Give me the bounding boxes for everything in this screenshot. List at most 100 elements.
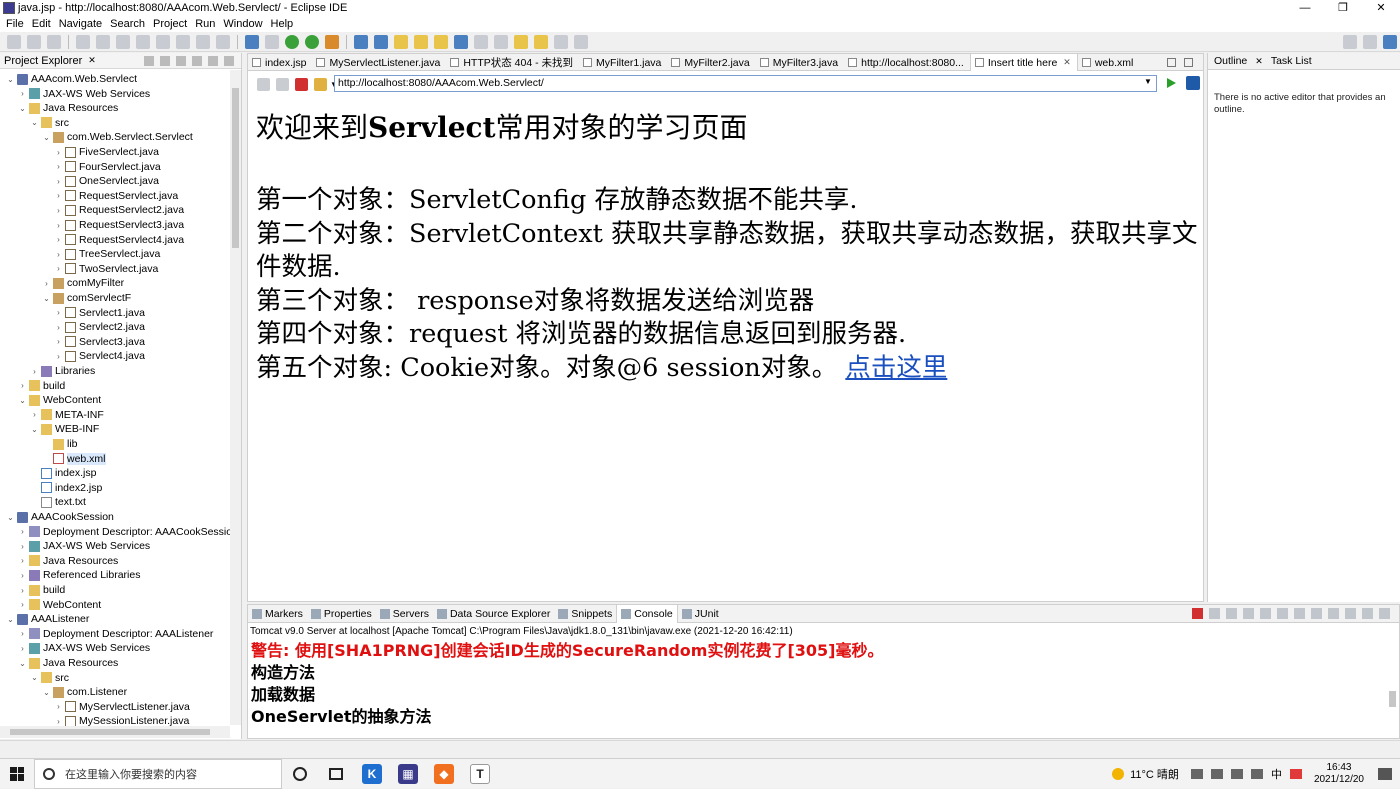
perspective-java-ee-icon[interactable] xyxy=(1363,34,1377,49)
console-vertical-scrollbar[interactable] xyxy=(1388,643,1397,731)
view-menu-icon[interactable] xyxy=(192,55,202,66)
chevron-right-icon[interactable]: › xyxy=(54,235,63,244)
forward-nav-icon[interactable] xyxy=(534,34,548,49)
editor-tab[interactable]: MyFilter3.java xyxy=(756,54,844,71)
editor-tab[interactable]: MyFilter1.java xyxy=(579,54,667,71)
task-view-icon[interactable] xyxy=(322,760,350,788)
tree-item[interactable]: ⌄ AAAListener xyxy=(6,612,89,626)
tree-item[interactable]: index.jsp xyxy=(30,466,96,480)
chevron-right-icon[interactable]: › xyxy=(54,191,63,200)
tab-task-list[interactable]: Task List xyxy=(1265,55,1318,67)
chevron-right-icon[interactable]: › xyxy=(54,162,63,171)
remove-all-icon[interactable] xyxy=(1226,608,1237,619)
tree-item[interactable]: ⌄ WEB-INF xyxy=(30,422,99,436)
resume-icon[interactable] xyxy=(96,34,110,49)
tree-item[interactable]: › comMyFilter xyxy=(42,276,124,290)
tab-outline[interactable]: Outline xyxy=(1208,55,1253,67)
menu-item-run[interactable]: Run xyxy=(191,16,219,32)
step-return-icon[interactable] xyxy=(216,34,230,49)
tree-item[interactable]: › META-INF xyxy=(30,408,104,422)
forward-icon[interactable] xyxy=(276,77,289,91)
editor-tab[interactable]: MyFilter2.java xyxy=(667,54,755,71)
chevron-right-icon[interactable]: › xyxy=(18,89,27,98)
tree-item[interactable]: › Servlect2.java xyxy=(54,320,145,334)
new-java-class-icon[interactable] xyxy=(374,34,388,49)
taskbar-clock[interactable]: 16:43 2021/12/20 xyxy=(1314,762,1364,786)
tree-item[interactable]: › MyServlectListener.java xyxy=(54,700,190,714)
tab-junit[interactable]: JUnit xyxy=(678,608,723,620)
antivirus-icon[interactable] xyxy=(1289,769,1302,779)
minimize-button[interactable]: — xyxy=(1286,0,1324,16)
chevron-right-icon[interactable]: › xyxy=(18,629,27,638)
tree-item[interactable]: ⌄ WebContent xyxy=(18,393,101,407)
tab-markers[interactable]: Markers xyxy=(248,608,307,620)
chevron-down-icon[interactable]: ⌄ xyxy=(30,425,39,434)
back-icon[interactable] xyxy=(257,77,270,91)
filter-icon[interactable] xyxy=(176,55,186,66)
run-icon[interactable] xyxy=(285,34,299,49)
battery-icon[interactable] xyxy=(1210,769,1223,779)
taskbar-app-icon[interactable]: K xyxy=(358,760,386,788)
menu-item-navigate[interactable]: Navigate xyxy=(55,16,106,32)
display-console-icon[interactable] xyxy=(1328,608,1339,619)
stop-icon[interactable] xyxy=(295,77,308,91)
tree-item[interactable]: ⌄ src xyxy=(30,116,69,130)
tree-item[interactable]: ⌄ Java Resources xyxy=(18,656,118,670)
chevron-right-icon[interactable]: › xyxy=(30,367,39,376)
tree-item[interactable]: › WebContent xyxy=(18,598,101,612)
show-on-output-icon[interactable] xyxy=(1294,608,1305,619)
refresh-icon[interactable] xyxy=(314,77,327,91)
tree-item[interactable]: ⌄ src xyxy=(30,671,69,685)
editor-tab[interactable]: MyServlectListener.java xyxy=(312,54,446,71)
chevron-up-icon[interactable] xyxy=(1190,769,1203,779)
save-icon[interactable] xyxy=(27,34,41,49)
start-button[interactable] xyxy=(0,759,34,789)
tree-item[interactable]: lib xyxy=(42,437,78,451)
remove-launch-icon[interactable] xyxy=(1209,608,1220,619)
breakpoints-icon[interactable] xyxy=(245,34,259,49)
tree-item[interactable]: text.txt xyxy=(30,495,86,509)
chevron-right-icon[interactable]: › xyxy=(54,264,63,273)
pin-console-icon[interactable] xyxy=(1311,608,1322,619)
tab-properties[interactable]: Properties xyxy=(307,608,376,620)
chevron-right-icon[interactable]: › xyxy=(54,221,63,230)
editor-tab[interactable]: Insert title here ✕ xyxy=(969,54,1078,71)
tree-item[interactable]: web.xml xyxy=(42,452,106,466)
ime-indicator[interactable]: 中 xyxy=(1271,766,1282,782)
link-editor-icon[interactable] xyxy=(160,55,170,66)
save-all-icon[interactable] xyxy=(47,34,61,49)
scrollbar-thumb[interactable] xyxy=(1389,691,1396,707)
chevron-right-icon[interactable]: › xyxy=(42,279,51,288)
chevron-right-icon[interactable]: › xyxy=(18,542,27,551)
tree-item[interactable]: › RequestServlect3.java xyxy=(54,218,184,232)
chevron-down-icon[interactable]: ⌄ xyxy=(42,294,51,303)
menu-item-file[interactable]: File xyxy=(2,16,28,32)
url-input[interactable]: http://localhost:8080/AAAcom.Web.Servlec… xyxy=(334,75,1157,92)
back-nav-icon[interactable] xyxy=(514,34,528,49)
tree-item[interactable]: ⌄ AAAcom.Web.Servlect xyxy=(6,72,137,86)
network-icon[interactable] xyxy=(1230,769,1243,779)
chevron-right-icon[interactable]: › xyxy=(18,644,27,653)
tree-item[interactable]: › Libraries xyxy=(30,364,95,378)
tree-item[interactable]: › TwoServlect.java xyxy=(54,262,158,276)
step-into-icon[interactable] xyxy=(176,34,190,49)
close-icon[interactable]: ✕ xyxy=(1063,57,1071,68)
editor-tab[interactable]: index.jsp xyxy=(248,54,312,71)
tree-item[interactable]: ⌄ com.Web.Servlect.Servlect xyxy=(42,130,193,144)
chevron-down-icon[interactable]: ⌄ xyxy=(30,673,39,682)
chevron-right-icon[interactable]: › xyxy=(54,337,63,346)
minimize-view-icon[interactable] xyxy=(1362,608,1373,619)
chevron-right-icon[interactable]: › xyxy=(54,308,63,317)
taskbar-app-icon[interactable]: ▦ xyxy=(394,760,422,788)
step-over-icon[interactable] xyxy=(196,34,210,49)
tree-item[interactable]: › FiveServlect.java xyxy=(54,145,159,159)
chevron-right-icon[interactable]: › xyxy=(54,148,63,157)
chevron-down-icon[interactable]: ⌄ xyxy=(18,659,27,668)
tree-item[interactable]: › TreeServlect.java xyxy=(54,247,160,261)
chevron-right-icon[interactable]: › xyxy=(18,527,27,536)
scrollbar-thumb[interactable] xyxy=(10,729,210,735)
terminate-icon[interactable] xyxy=(1192,608,1203,619)
tree-item[interactable]: ⌄ AAACookSession xyxy=(6,510,114,524)
word-wrap-icon[interactable] xyxy=(1277,608,1288,619)
chevron-right-icon[interactable]: › xyxy=(18,586,27,595)
